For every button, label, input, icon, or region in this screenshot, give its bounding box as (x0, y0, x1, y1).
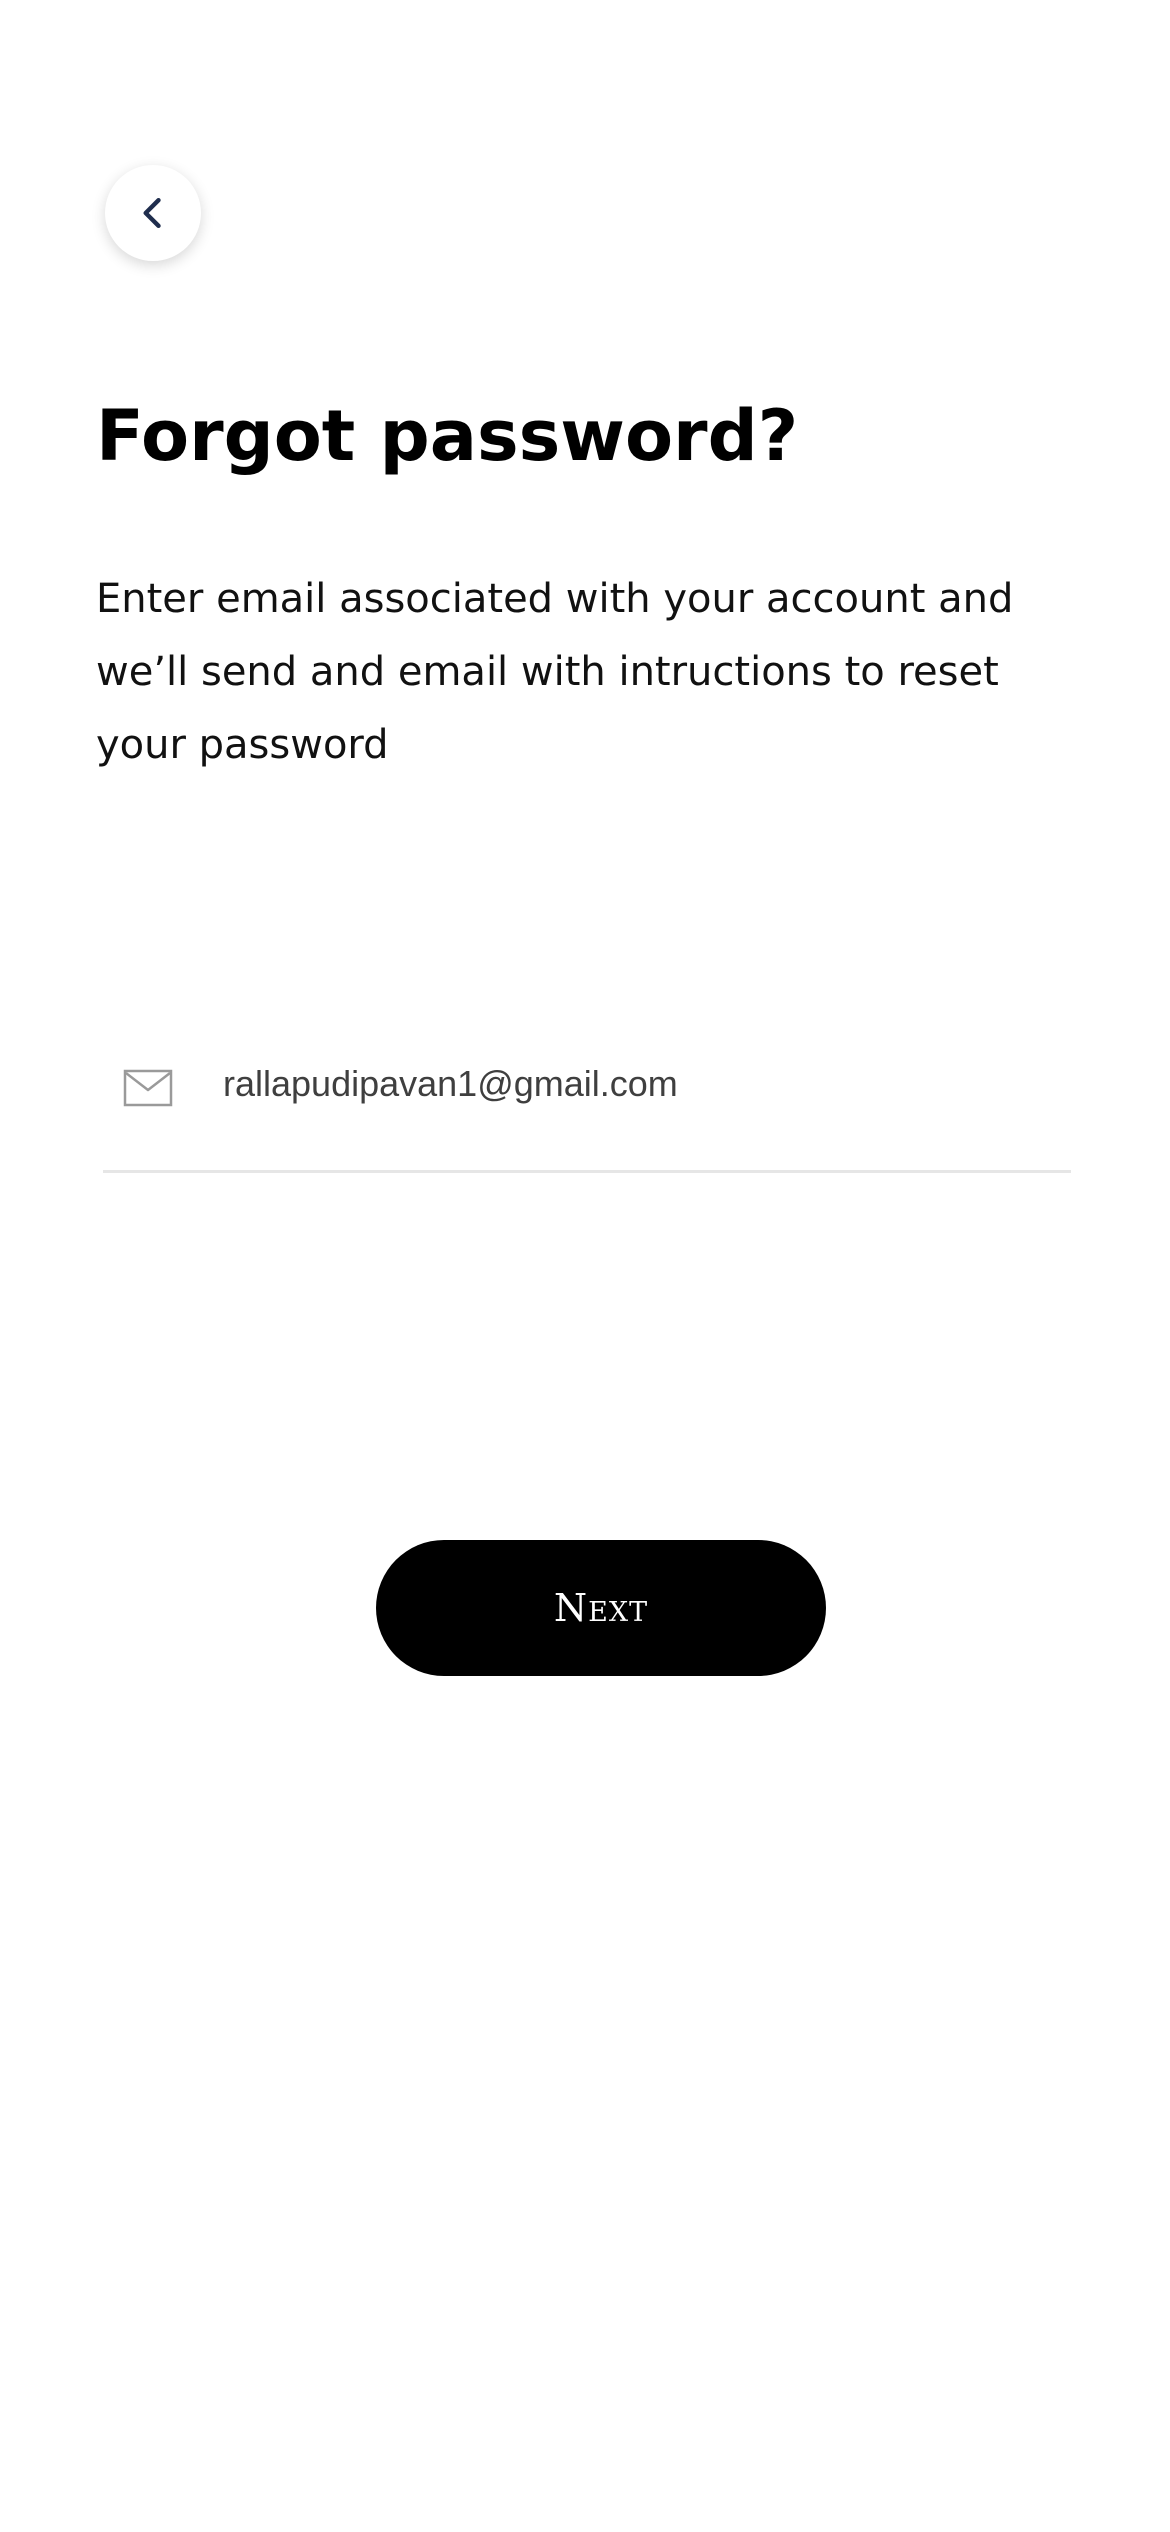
page-description: Enter email associated with your account… (96, 576, 1014, 768)
back-button[interactable] (105, 165, 201, 261)
mail-icon (123, 1068, 173, 1108)
next-button[interactable]: Next (376, 1540, 826, 1676)
email-input[interactable] (223, 1054, 1043, 1114)
email-field[interactable] (103, 1040, 1071, 1173)
chevron-left-icon (143, 197, 161, 229)
page-title: Forgot password? (96, 395, 799, 477)
